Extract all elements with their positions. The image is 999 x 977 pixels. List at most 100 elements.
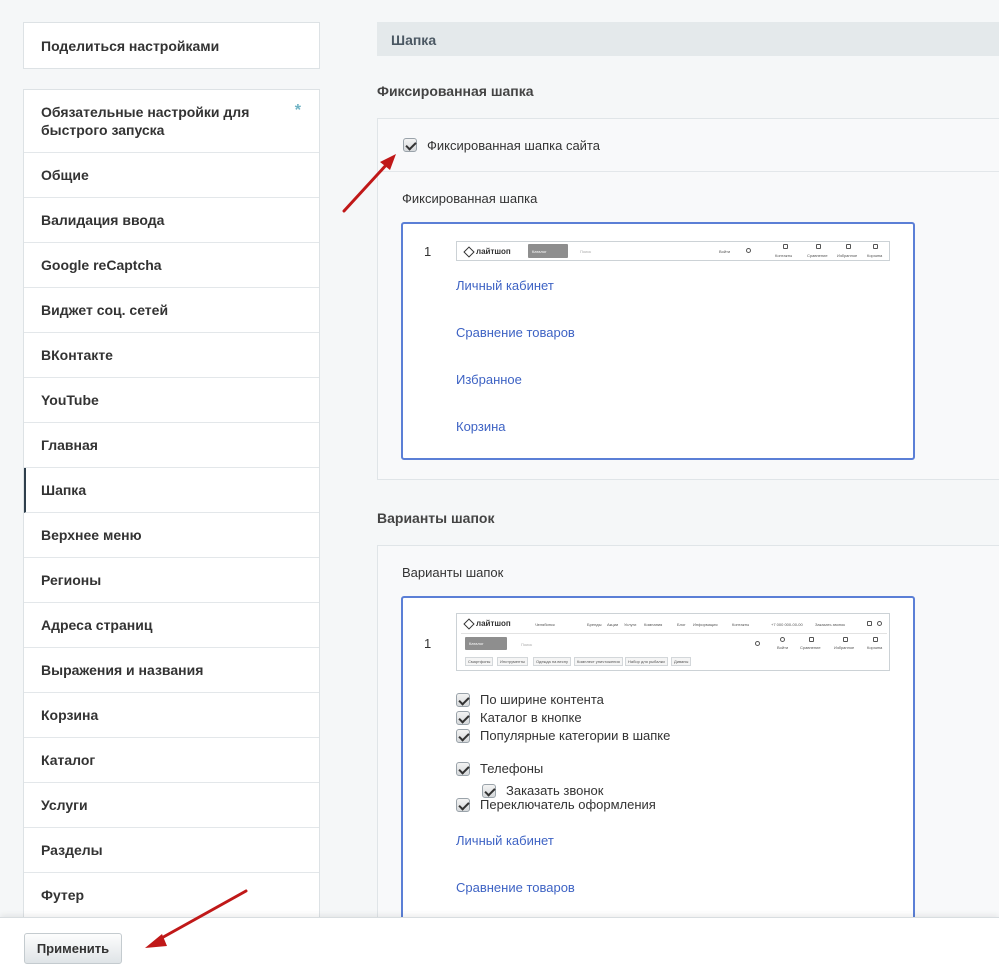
thumb-category-chip: Инструменты [497,657,528,666]
header-variant-1[interactable]: 1 лайтшоп Челябинск Бренды Акции Услуги … [401,596,915,936]
sidebar-item-label: Выражения и названия [41,662,204,678]
sidebar-item-sections[interactable]: Разделы [24,828,319,873]
link-personal-account[interactable]: Личный кабинет [456,278,554,293]
thumb-icon-label: Избранное [837,253,858,258]
sidebar-item-label: Футер [41,887,85,903]
sidebar-item-general[interactable]: Общие [24,153,319,198]
option-checkbox[interactable] [482,783,496,798]
header-variant-thumbnail: лайтшоп Челябинск Бренды Акции Услуги Ко… [456,613,890,671]
thumb-icon-label: Корзина [867,645,883,650]
variant-number: 1 [424,244,432,259]
thumb-cart-icon [873,244,878,249]
thumb-menu-item: Компания [644,622,663,627]
thumb-icon-label: Войти [777,645,789,650]
thumb-search-icon [755,641,760,646]
link-compare[interactable]: Сравнение товаров [456,880,575,895]
header-variants-title: Варианты шапок [377,510,495,526]
sidebar-item-services[interactable]: Услуги [24,783,319,828]
thumb-icon-label: Сравнение [800,645,821,650]
sidebar-item-label: Каталог [41,752,96,768]
option-content-width[interactable]: По ширине контента [456,692,604,707]
option-phones[interactable]: Телефоны [456,761,543,776]
thumb-menu-item: Блог [677,622,686,627]
apply-button[interactable]: Применить [24,933,122,964]
sidebar-item-top-menu[interactable]: Верхнее меню [24,513,319,558]
thumb-catalog-button: Каталог [528,244,568,258]
thumb-login: Войти [719,249,731,254]
sidebar-item-label: YouTube [41,392,99,408]
option-theme-switcher[interactable]: Переключатель оформления [456,797,656,812]
link-personal-account[interactable]: Личный кабинет [456,833,554,848]
thumb-phone: +7 000 000-00-00 [771,622,803,627]
option-label: Переключатель оформления [480,797,656,812]
fixed-header-variant-1[interactable]: 1 лайтшоп Каталог Поиск Войти Контакты С… [401,222,915,460]
sidebar-item-label: Верхнее меню [41,527,142,543]
option-label: Телефоны [480,761,544,776]
sidebar-item-quick-start[interactable]: Обязательные настройки для быстрого запу… [24,90,319,153]
link-compare[interactable]: Сравнение товаров [456,325,575,340]
sidebar-item-label: Google reCaptcha [41,257,162,273]
fixed-header-subtitle: Фиксированная шапка [402,191,538,206]
fixed-header-title: Фиксированная шапка [377,83,534,99]
sidebar-item-label: Валидация ввода [41,212,165,228]
thumb-menu-item: Акции [607,622,619,627]
bottom-action-bar: Применить [0,917,999,977]
thumb-callback: Заказать звонок [815,622,845,627]
sidebar-item-recaptcha[interactable]: Google reCaptcha [24,243,319,288]
fixed-header-checkbox-row[interactable]: Фиксированная шапка сайта [378,119,999,172]
sidebar-item-label: Шапка [41,482,87,498]
thumb-catalog-button: Каталог [465,637,507,650]
variant-number: 1 [424,636,432,651]
sidebar-item-label: Регионы [41,572,102,588]
thumb-search-icon [746,248,751,253]
option-checkbox[interactable] [456,710,470,725]
thumb-compare-icon [809,637,814,642]
sidebar-item-phrases[interactable]: Выражения и названия [24,648,319,693]
option-checkbox[interactable] [456,728,470,743]
thumb-city: Челябинск [535,622,555,627]
sidebar-item-header[interactable]: Шапка [24,468,319,513]
thumb-icon-label: Сравнение [807,253,828,258]
sidebar-item-label: Виджет соц. сетей [41,302,169,318]
thumb-category-chip: Смартфоны [465,657,494,666]
option-label: Заказать звонок [506,783,604,798]
thumb-search: Поиск [580,249,592,254]
share-settings-button[interactable]: Поделиться настройками [23,22,320,69]
sidebar-item-youtube[interactable]: YouTube [24,378,319,423]
option-checkbox[interactable] [456,797,470,812]
sidebar-item-page-addresses[interactable]: Адреса страниц [24,603,319,648]
option-popular-categories[interactable]: Популярные категории в шапке [456,728,670,743]
sidebar-item-footer[interactable]: Футер [24,873,319,918]
thumb-logo: лайтшоп [463,245,511,258]
option-label: Каталог в кнопке [480,710,582,725]
sidebar-item-regions[interactable]: Регионы [24,558,319,603]
thumb-icon-label: Корзина [867,253,883,258]
required-marker: * [294,102,301,119]
thumb-cart-icon [873,637,878,642]
share-settings-label: Поделиться настройками [41,37,220,54]
sidebar-item-vkontakte[interactable]: ВКонтакте [24,333,319,378]
link-favorites[interactable]: Избранное [456,372,522,387]
thumb-category-chip: Диваны [671,657,692,666]
option-checkbox[interactable] [456,761,470,776]
link-cart[interactable]: Корзина [456,419,506,434]
sidebar-item-label: Обязательные настройки для быстрого запу… [41,104,250,138]
sidebar-item-catalog[interactable]: Каталог [24,738,319,783]
header-variants-subtitle: Варианты шапок [402,565,504,580]
sidebar-item-label: Главная [41,437,98,453]
sidebar-item-social-widget[interactable]: Виджет соц. сетей [24,288,319,333]
sidebar-item-main-page[interactable]: Главная [24,423,319,468]
fixed-header-checkbox[interactable] [403,138,417,152]
settings-sidebar: Обязательные настройки для быстрого запу… [23,89,320,929]
option-catalog-button[interactable]: Каталог в кнопке [456,710,582,725]
thumb-menu-item: Контакты [732,622,750,627]
option-callback[interactable]: Заказать звонок [482,783,603,798]
thumb-compare-icon [816,244,821,249]
sidebar-item-cart[interactable]: Корзина [24,693,319,738]
thumb-category-chip: Одежда на весну [533,657,571,666]
thumb-settings-icon [867,621,872,626]
sidebar-item-input-validation[interactable]: Валидация ввода [24,198,319,243]
thumb-favorites-icon [846,244,851,249]
thumb-menu-item: Услуги [624,622,637,627]
option-checkbox[interactable] [456,692,470,707]
